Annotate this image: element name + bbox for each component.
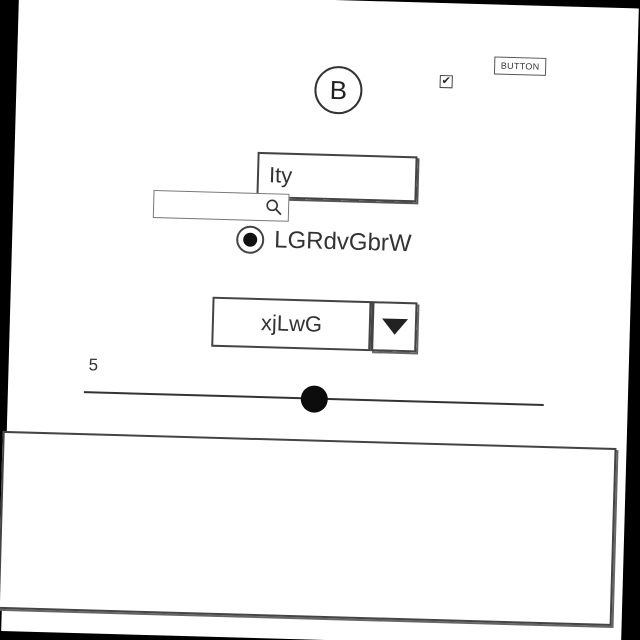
- canvas: B ✔ BUTTON Ity LGRdvGbrW xjLwG 5: [0, 0, 640, 640]
- small-button-label: BUTTON: [500, 60, 540, 72]
- slider-thumb[interactable]: [300, 385, 329, 413]
- search-icon: [266, 199, 282, 216]
- text-input-value: Ity: [268, 162, 293, 188]
- checkbox[interactable]: ✔: [439, 74, 453, 89]
- text-area[interactable]: [0, 430, 617, 626]
- dropdown-selected-value[interactable]: xjLwG: [211, 296, 372, 352]
- avatar[interactable]: B: [313, 65, 364, 115]
- search-input[interactable]: [152, 190, 290, 222]
- caret-down-icon: [381, 318, 408, 335]
- radio-label: LGRdvGbrW: [273, 226, 412, 258]
- avatar-letter: B: [329, 74, 348, 105]
- sketch-page: B ✔ BUTTON Ity LGRdvGbrW xjLwG 5: [0, 0, 639, 640]
- dropdown[interactable]: xjLwG: [211, 296, 418, 355]
- radio-option[interactable]: LGRdvGbrW: [235, 222, 412, 261]
- radio-button[interactable]: [235, 225, 265, 255]
- slider-value-label: 5: [88, 355, 99, 375]
- small-button[interactable]: BUTTON: [493, 56, 547, 76]
- dropdown-toggle[interactable]: [370, 301, 418, 353]
- check-icon: ✔: [441, 75, 451, 88]
